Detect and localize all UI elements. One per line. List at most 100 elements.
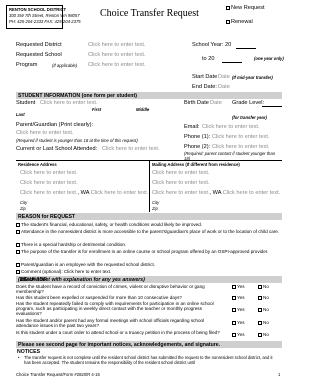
school-year-start-field[interactable]	[236, 48, 256, 49]
start-date-label: Start Date	[192, 74, 218, 80]
reason-checkbox[interactable]	[16, 229, 20, 234]
current-school-label: Current or Last School Attended:	[16, 146, 98, 152]
notices-text: • The transfer request is not complete u…	[18, 355, 273, 365]
phone2-field[interactable]: Click here to enter text.	[212, 144, 270, 150]
residence-street2-field[interactable]: Click here to enter text.	[20, 180, 78, 186]
yes-checkbox[interactable]	[232, 284, 236, 289]
yes-option[interactable]: Yes	[232, 332, 245, 337]
new-request-checkbox[interactable]	[226, 5, 230, 10]
email-label: Email:	[184, 124, 200, 130]
one-year-only-note: (one year only)	[254, 56, 284, 61]
mailing-street-field[interactable]: Click here to enter text.	[152, 170, 210, 176]
notice-bar-text: Please see second page for important not…	[18, 341, 221, 348]
no-option[interactable]: No	[258, 284, 269, 289]
start-date-field[interactable]: Date	[218, 74, 230, 80]
behavior-question: Is this student under a court order to a…	[16, 330, 220, 335]
program-field[interactable]: Click here to enter text.	[88, 62, 146, 68]
behavior-title: BEHAVIOR (attach sheet with explanation …	[18, 276, 145, 284]
grade-level-field[interactable]	[262, 106, 282, 107]
parent-note: (Required if student is younger than 18 …	[16, 138, 138, 143]
phone1-field[interactable]: Click here to enter text.	[212, 134, 270, 140]
no-checkbox[interactable]	[258, 320, 262, 325]
yes-checkbox[interactable]	[232, 320, 236, 325]
form-id: Choice Transfer Request/Form #2820/R 4-1…	[16, 372, 100, 377]
end-date-label: End Date:	[192, 84, 217, 90]
residence-city-row: Click here to enter text., WA Click here…	[20, 190, 149, 196]
program-label: Program	[16, 62, 38, 68]
district-header-box: RENTON SCHOOL DISTRICT 300 SW 7th Street…	[6, 5, 81, 29]
parent-field[interactable]: Click here to enter text.	[16, 130, 74, 136]
program-note: (If applicable)	[52, 63, 78, 68]
residence-city-field[interactable]: Click here to enter text.	[20, 190, 78, 196]
renewal-option[interactable]: Renewal	[226, 19, 253, 25]
no-option[interactable]: No	[258, 320, 269, 325]
student-name-field[interactable]: Click here to enter text.	[40, 100, 98, 106]
no-checkbox[interactable]	[258, 332, 262, 337]
no-option[interactable]: No	[258, 307, 269, 312]
mailing-address-label: Mailing Address (If different from resid…	[152, 162, 240, 167]
yes-option[interactable]: Yes	[232, 320, 245, 325]
mailing-zip-label: Zip	[152, 206, 158, 211]
reason-item[interactable]: There is a special hardship or detriment…	[16, 242, 282, 247]
reason-checkbox[interactable]	[16, 242, 20, 247]
residence-zip-label: Zip	[20, 206, 26, 211]
yes-option[interactable]: Yes	[232, 284, 245, 289]
residence-street-field[interactable]: Click here to enter text.	[20, 170, 78, 176]
student-info-section-bar: STUDENT INFORMATION (one form per studen…	[16, 92, 282, 99]
reason-item[interactable]: The purpose of the transfer is for enrol…	[16, 249, 282, 254]
no-checkbox[interactable]	[258, 307, 262, 312]
school-year-to-label: to 20	[202, 56, 215, 62]
yes-option[interactable]: Yes	[232, 307, 245, 312]
notice-bar: Please see second page for important not…	[16, 341, 282, 348]
email-field[interactable]: Click here to enter text.	[202, 124, 260, 130]
yes-checkbox[interactable]	[232, 307, 236, 312]
student-info-title: STUDENT INFORMATION (one form per studen…	[18, 92, 137, 99]
mailing-city-label: City	[152, 200, 160, 205]
name-part-last: Last	[16, 112, 25, 117]
no-option[interactable]: No	[258, 295, 269, 300]
reason-item[interactable]: Attendance in the nonresident district i…	[16, 229, 282, 234]
name-part-first: First	[92, 107, 102, 112]
yes-checkbox[interactable]	[232, 332, 236, 337]
no-checkbox[interactable]	[258, 295, 262, 300]
district-phone: PH: 425-204-2333 FAX: 425-204-2375	[9, 19, 81, 24]
reason-checkbox[interactable]	[16, 262, 20, 267]
name-part-middle: Middle	[136, 107, 150, 112]
behavior-question: Does the student have a record of convic…	[16, 284, 205, 295]
mailing-zip-field[interactable]: Click here to enter text.	[223, 190, 281, 196]
no-checkbox[interactable]	[258, 284, 262, 289]
birth-date-label: Birth Date	[184, 100, 209, 106]
new-request-option[interactable]: New Request	[226, 5, 265, 11]
reason-checkbox[interactable]	[16, 269, 20, 274]
mailing-city-row: Click here to enter text., WA Click here…	[152, 190, 281, 196]
requested-district-label: Requested District	[16, 42, 62, 48]
end-date-field[interactable]: Date	[218, 84, 230, 90]
reason-item[interactable]: Comment (optional): Click here to enter …	[16, 269, 282, 274]
district-address: 300 SW 7th Street, Renton WA 98057	[9, 13, 80, 18]
requested-school-field[interactable]: Click here to enter text.	[88, 52, 146, 58]
phone1-label: Phone (1):	[184, 134, 211, 140]
current-school-field[interactable]: Click here to enter text.	[102, 146, 160, 152]
reason-item[interactable]: Parent/guardian is an employee with the …	[16, 262, 282, 267]
school-year-end-field[interactable]	[222, 62, 242, 63]
requested-school-label: Requested School	[16, 52, 62, 58]
page-number: 1	[278, 372, 281, 377]
no-option[interactable]: No	[258, 332, 269, 337]
reason-checkbox[interactable]	[16, 222, 20, 227]
renewal-checkbox[interactable]	[226, 19, 230, 24]
form-title: Choice Transfer Request	[100, 8, 199, 19]
mailing-street2-field[interactable]: Click here to enter text.	[152, 180, 210, 186]
parent-label: Parent/Guardian (Print clearly):	[16, 122, 94, 128]
district-name: RENTON SCHOOL DISTRICT	[9, 7, 67, 12]
bullet-icon: •	[18, 355, 20, 360]
birth-date-field[interactable]: Date	[210, 100, 222, 106]
behavior-question: Has this student been expelled or suspen…	[16, 295, 182, 300]
yes-checkbox[interactable]	[232, 295, 236, 300]
requested-district-field[interactable]: Click here to enter text.	[88, 42, 146, 48]
reason-checkbox[interactable]	[16, 249, 20, 254]
residence-zip-field[interactable]: Click here to enter text.	[91, 190, 149, 196]
yes-option[interactable]: Yes	[232, 295, 245, 300]
reason-item[interactable]: The student's financial, educational, sa…	[16, 222, 282, 227]
mailing-city-field[interactable]: Click here to enter text.	[152, 190, 210, 196]
reason-section-bar: REASON for REQUEST	[16, 213, 282, 220]
